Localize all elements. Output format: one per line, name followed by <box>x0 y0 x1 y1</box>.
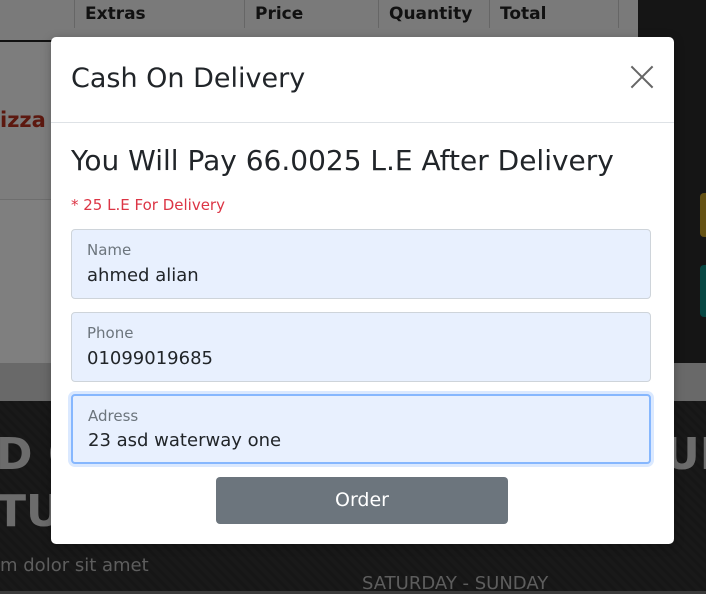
address-field-label: Adress <box>88 407 139 425</box>
modal-title: Cash On Delivery <box>71 63 306 94</box>
address-field[interactable]: Adress 23 asd waterway one <box>71 394 651 464</box>
modal-header: Cash On Delivery <box>51 37 674 123</box>
payment-amount-text: You Will Pay 66.0025 L.E After Delivery <box>71 144 614 177</box>
delivery-fee-note: * 25 L.E For Delivery <box>71 196 225 214</box>
close-icon[interactable] <box>629 64 655 90</box>
name-field[interactable]: Name ahmed alian <box>71 229 651 299</box>
phone-field-value[interactable]: 01099019685 <box>87 348 213 369</box>
phone-field[interactable]: Phone 01099019685 <box>71 312 651 382</box>
phone-field-label: Phone <box>87 324 134 342</box>
cash-on-delivery-modal: Cash On Delivery You Will Pay 66.0025 L.… <box>51 37 674 544</box>
name-field-label: Name <box>87 241 132 259</box>
name-field-value[interactable]: ahmed alian <box>87 265 199 286</box>
address-field-value[interactable]: 23 asd waterway one <box>88 430 281 451</box>
order-button[interactable]: Order <box>216 477 508 524</box>
